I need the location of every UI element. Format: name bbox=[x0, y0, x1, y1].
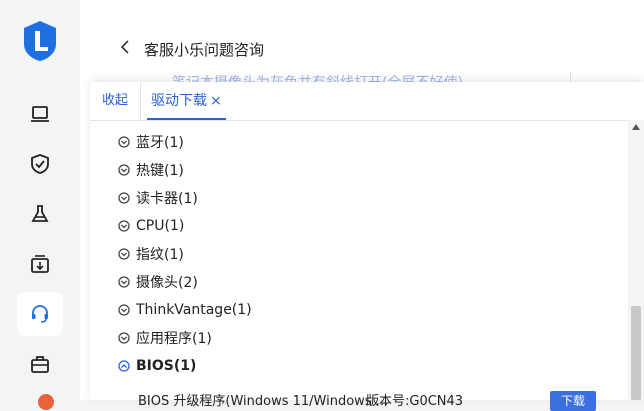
scrollbar[interactable] bbox=[628, 120, 644, 400]
chevron-down-circle-icon bbox=[118, 304, 130, 316]
category-item[interactable]: 摄像头(2) bbox=[118, 268, 618, 296]
rail-item-device[interactable] bbox=[17, 92, 63, 136]
rail-item-security[interactable] bbox=[17, 142, 63, 186]
toolbox-icon bbox=[31, 356, 49, 373]
chevron-down-circle-icon bbox=[118, 276, 130, 288]
tab-driver-download[interactable]: 驱动下载 × bbox=[141, 82, 232, 120]
chevron-down-circle-icon bbox=[118, 248, 130, 260]
rail-item-download[interactable] bbox=[17, 242, 63, 286]
category-label: 摄像头(2) bbox=[136, 275, 198, 291]
category-label: 蓝牙(1) bbox=[136, 135, 184, 151]
chevron-down-circle-icon bbox=[118, 136, 130, 148]
download-button[interactable]: 下载 bbox=[550, 391, 596, 411]
rail-item-lab[interactable] bbox=[17, 192, 63, 236]
left-rail bbox=[0, 0, 80, 410]
category-label: 指纹(1) bbox=[136, 247, 184, 263]
category-label: 应用程序(1) bbox=[136, 331, 212, 347]
chevron-down-circle-icon bbox=[118, 220, 130, 232]
chevron-up-circle-icon bbox=[118, 360, 130, 372]
category-item[interactable]: 热键(1) bbox=[118, 156, 618, 184]
category-item[interactable]: 读卡器(1) bbox=[118, 184, 618, 212]
flask-icon bbox=[31, 205, 49, 222]
category-label: 热键(1) bbox=[136, 163, 184, 179]
driver-download-panel: 收起 驱动下载 × 蓝牙(1) 热键(1) 读卡器(1) CPU(1) 指纹(1) 摄像头… bbox=[90, 82, 644, 411]
category-label: ThinkVantage(1) bbox=[136, 302, 252, 318]
chevron-left-icon[interactable] bbox=[120, 40, 134, 58]
headset-icon bbox=[32, 305, 48, 323]
chevron-down-circle-icon bbox=[118, 192, 130, 204]
page-title: 客服小乐问题咨询 bbox=[144, 40, 265, 59]
panel-tabs: 收起 驱动下载 × bbox=[90, 82, 644, 121]
page-header: 客服小乐问题咨询 bbox=[120, 34, 264, 64]
category-item[interactable]: BIOS(1) bbox=[118, 352, 618, 380]
category-label: CPU(1) bbox=[136, 218, 185, 234]
category-item[interactable]: 指纹(1) bbox=[118, 240, 618, 268]
category-item[interactable]: 蓝牙(1) bbox=[118, 128, 618, 156]
category-item[interactable]: ThinkVantage(1) bbox=[118, 296, 618, 324]
rail-item-support[interactable] bbox=[17, 292, 63, 336]
chevron-down-circle-icon bbox=[118, 332, 130, 344]
rail-item-tools[interactable] bbox=[17, 342, 63, 386]
laptop-icon bbox=[31, 106, 49, 122]
bios-item-row: BIOS 升级程序(Windows 11/Windows ... 版本号:G0C… bbox=[138, 390, 608, 410]
bios-item-name: BIOS 升级程序(Windows 11/Windows ... bbox=[138, 394, 389, 409]
notification-dot bbox=[38, 394, 54, 410]
category-label: BIOS(1) bbox=[136, 358, 197, 374]
close-icon[interactable]: × bbox=[210, 82, 222, 120]
category-item[interactable]: CPU(1) bbox=[118, 212, 618, 240]
scroll-up-icon[interactable] bbox=[632, 124, 640, 130]
category-list: 蓝牙(1) 热键(1) 读卡器(1) CPU(1) 指纹(1) 摄像头(2) ThinkVa… bbox=[118, 128, 618, 380]
obscured-message: 笔记本摄像头为灰色并有斜线打开(全屏不好使) bbox=[172, 72, 472, 82]
shield-check-icon bbox=[31, 154, 49, 174]
category-item[interactable]: 应用程序(1) bbox=[118, 324, 618, 352]
scroll-thumb[interactable] bbox=[631, 306, 641, 400]
app-logo-icon bbox=[24, 21, 56, 61]
tab-label: 驱动下载 bbox=[151, 93, 208, 109]
download-box-icon bbox=[31, 255, 49, 273]
chevron-down-circle-icon bbox=[118, 164, 130, 176]
collapse-button[interactable]: 收起 bbox=[90, 82, 142, 120]
category-label: 读卡器(1) bbox=[136, 191, 198, 207]
